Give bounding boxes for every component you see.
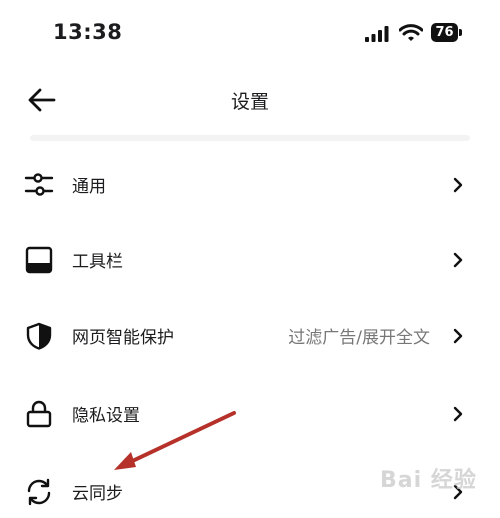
- settings-list: 通用 工具栏 网页智能保护 过滤广告/展开全文 隐私设置 云同步: [0, 0, 500, 506]
- settings-item-value: 过滤广告/展开全文: [288, 328, 430, 348]
- lock-icon: [26, 400, 52, 428]
- chevron-right-icon: [453, 252, 463, 268]
- toolbar-icon: [25, 246, 53, 274]
- shield-icon: [26, 322, 52, 350]
- sync-icon: [27, 478, 51, 506]
- chevron-right-icon: [453, 328, 463, 344]
- settings-item-toolbar[interactable]: 工具栏: [0, 234, 500, 286]
- settings-item-web-protection[interactable]: 网页智能保护 过滤广告/展开全文: [0, 310, 500, 362]
- sliders-icon: [24, 173, 54, 196]
- settings-item-label: 通用: [72, 177, 106, 197]
- watermark-text: Bai 经验: [380, 468, 477, 493]
- settings-item-label: 云同步: [72, 484, 123, 504]
- settings-item-label: 工具栏: [72, 252, 123, 272]
- settings-item-general[interactable]: 通用: [0, 159, 500, 211]
- settings-item-privacy[interactable]: 隐私设置: [0, 388, 500, 440]
- watermark-logo: Bai 经验: [372, 456, 494, 496]
- settings-item-label: 隐私设置: [72, 406, 140, 426]
- chevron-right-icon: [453, 406, 463, 422]
- settings-item-label: 网页智能保护: [72, 328, 174, 348]
- chevron-right-icon: [453, 177, 463, 193]
